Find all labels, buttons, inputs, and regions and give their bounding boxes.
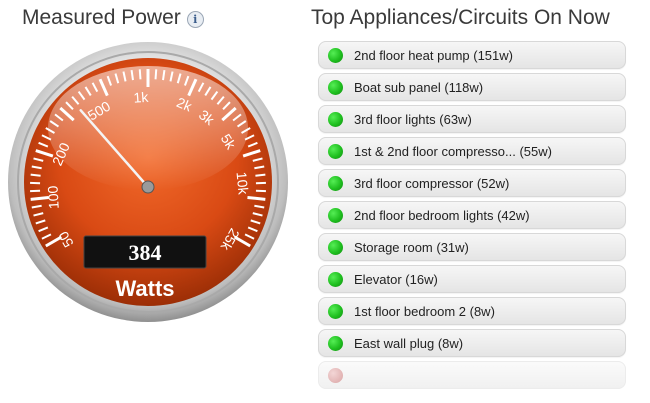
gauge-needle-hub [141,180,155,194]
appliance-row[interactable]: 2nd floor bedroom lights (42w) [318,201,626,229]
status-dot-icon [328,335,343,351]
appliance-row[interactable]: Elevator (16w) [318,265,626,293]
power-gauge: 50 100 200 500 1k 2k 3k 5k 10k 25k 384 Watts [6,40,290,324]
status-dot-icon [328,367,343,383]
appliance-label: 2nd floor heat pump (151w) [354,47,513,63]
appliance-row[interactable]: 1st floor bedroom 2 (8w) [318,297,626,325]
top-appliances-title: Top Appliances/Circuits On Now [311,6,610,29]
status-dot-icon [328,79,343,95]
gauge-tick [130,70,134,81]
gauge-tick [138,69,142,80]
appliance-label: 1st floor bedroom 2 (8w) [354,303,495,319]
gauge-tick [162,70,166,81]
status-dot-icon [328,271,343,287]
appliance-label: 1st & 2nd floor compresso... (55w) [354,143,552,159]
status-dot-icon [328,175,343,191]
status-dot-icon [328,303,343,319]
appliance-label: Elevator (16w) [354,271,438,287]
gauge-tick-label: 10k [234,171,252,196]
appliance-row[interactable]: Storage room (31w) [318,233,626,261]
gauge-readout-value: 384 [129,240,162,265]
power-gauge-svg: 501002005001k 2k3k5k10k25k 384 Watts [8,42,288,322]
appliance-row[interactable]: 3rd floor lights (63w) [318,105,626,133]
appliance-row[interactable]: 1st & 2nd floor compresso... (55w) [318,137,626,165]
gauge-tick-label: 1k [133,89,150,106]
measured-power-label: Measured Power [22,6,181,29]
appliance-row[interactable]: East wall plug (8w) [318,329,626,357]
status-dot-icon [328,207,343,223]
appliance-row[interactable]: Boat sub panel (118w) [318,73,626,101]
gauge-tick [255,173,266,177]
gauge-tick [154,69,158,80]
appliance-row[interactable]: 3rd floor compressor (52w) [318,169,626,197]
appliance-list: 2nd floor heat pump (151w) Boat sub panel… [318,41,626,393]
info-icon[interactable]: i [186,11,204,28]
appliance-row[interactable]: 2nd floor heat pump (151w) [318,41,626,69]
appliance-row[interactable] [318,361,626,389]
appliance-label: 2nd floor bedroom lights (42w) [354,207,530,223]
appliance-label: Storage room (31w) [354,239,469,255]
status-dot-icon [328,239,343,255]
appliance-label: 3rd floor lights (63w) [354,111,472,127]
status-dot-icon [328,47,343,63]
gauge-tick [247,195,266,201]
measured-power-title: Measured Power i [22,6,204,30]
status-dot-icon [328,143,343,159]
gauge-tick [30,173,41,177]
gauge-unit-label: Watts [115,276,174,301]
appliance-label: East wall plug (8w) [354,335,464,351]
appliance-label: 3rd floor compressor (52w) [354,175,510,191]
gauge-tick-label: 100 [44,185,61,209]
status-dot-icon [328,111,343,127]
appliance-label: Boat sub panel (118w) [354,79,484,95]
